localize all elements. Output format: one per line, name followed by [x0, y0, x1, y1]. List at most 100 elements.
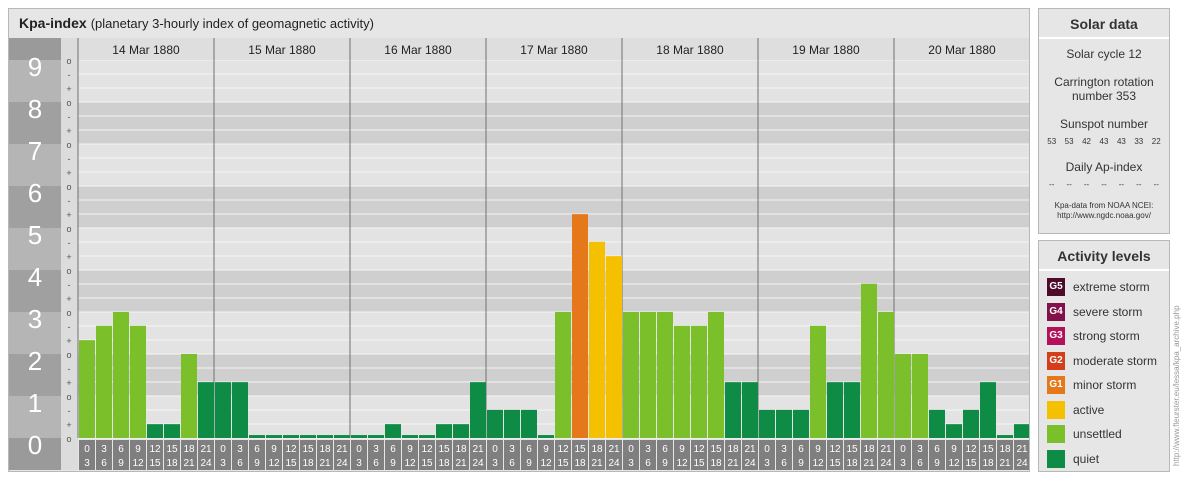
ap-value: -- [1101, 180, 1107, 189]
interval-start-label: 6 [390, 444, 396, 455]
interval-start-label: 3 [101, 444, 107, 455]
interval-end-label: 21 [319, 458, 331, 469]
activity-levels-panel: Activity levels G5 extreme storm G4 seve… [1038, 240, 1170, 472]
interval-end-label: 6 [917, 458, 923, 469]
kp-bar [453, 424, 469, 438]
minor-tick-mark: - [68, 70, 71, 80]
kp-bar [147, 424, 163, 438]
interval-start-label: 12 [421, 444, 433, 455]
interval-end-label: 6 [101, 458, 107, 469]
interval-end-label: 3 [764, 458, 770, 469]
interval-end-label: 9 [934, 458, 940, 469]
minor-tick-mark: - [68, 322, 71, 332]
solar-data-title: Solar data [1039, 9, 1169, 39]
interval-start-label: 3 [781, 444, 787, 455]
interval-end-label: 3 [84, 458, 90, 469]
day-label: 15 Mar 1880 [248, 43, 316, 57]
interval-start-label: 21 [1016, 444, 1028, 455]
minor-tick-mark: - [68, 196, 71, 206]
interval-end-label: 6 [645, 458, 651, 469]
legend-label: strong storm [1073, 329, 1140, 344]
minor-tick-mark: - [68, 154, 71, 164]
kp-bar [351, 435, 367, 438]
source-link[interactable]: http://www.ngdc.noaa.gov/ [1039, 211, 1169, 221]
y-tick-label: 9 [28, 52, 42, 82]
kp-bar [555, 312, 571, 438]
interval-end-label: 9 [662, 458, 668, 469]
sunspot-value: 53 [1047, 137, 1057, 146]
interval-end-label: 18 [302, 458, 314, 469]
y-tick-label: 8 [28, 94, 42, 124]
sunspot-value: 53 [1064, 137, 1074, 146]
day-label: 17 Mar 1880 [520, 43, 588, 57]
ap-value: -- [1066, 180, 1072, 189]
ap-title: Daily Ap-index [1065, 160, 1143, 174]
interval-end-label: 21 [183, 458, 195, 469]
interval-end-label: 21 [455, 458, 467, 469]
interval-start-label: 15 [302, 444, 314, 455]
kp-bar [79, 340, 95, 438]
interval-end-label: 18 [438, 458, 450, 469]
minor-tick-mark: + [66, 294, 71, 304]
y-tick-label: 3 [28, 304, 42, 334]
day-label: 14 Mar 1880 [112, 43, 180, 57]
interval-end-label: 15 [693, 458, 705, 469]
legend-swatch: G3 [1047, 327, 1065, 346]
kp-bar [759, 409, 775, 438]
legend-swatch: G4 [1047, 302, 1065, 321]
interval-start-label: 12 [693, 444, 705, 455]
kp-bar [895, 354, 911, 438]
y-tick-label: 4 [28, 262, 42, 292]
interval-start-label: 12 [965, 444, 977, 455]
minor-tick-mark: o [66, 350, 71, 360]
interval-end-label: 12 [948, 458, 960, 469]
minor-tick-mark: - [68, 406, 71, 416]
grid-band [78, 60, 1029, 102]
kp-bar [606, 256, 622, 438]
interval-start-label: 21 [744, 444, 756, 455]
interval-end-label: 3 [220, 458, 226, 469]
y-tick-label: 6 [28, 178, 42, 208]
interval-end-label: 12 [132, 458, 144, 469]
interval-start-label: 6 [118, 444, 124, 455]
kp-bar [521, 409, 537, 438]
kp-bar [368, 435, 384, 438]
interval-start-label: 3 [509, 444, 515, 455]
kp-bar [793, 409, 809, 438]
interval-start-label: 0 [220, 444, 226, 455]
day-label: 19 Mar 1880 [792, 43, 860, 57]
interval-start-label: 15 [982, 444, 994, 455]
minor-tick-mark: + [66, 84, 71, 94]
interval-start-label: 18 [183, 444, 195, 455]
legend-label: extreme storm [1073, 280, 1150, 295]
ap-value: -- [1153, 180, 1159, 189]
minor-tick-mark: o [66, 266, 71, 276]
interval-start-label: 15 [438, 444, 450, 455]
interval-end-label: 9 [118, 458, 124, 469]
interval-start-label: 9 [679, 444, 685, 455]
minor-tick-mark: - [68, 112, 71, 122]
interval-end-label: 12 [676, 458, 688, 469]
kp-bar [640, 312, 656, 438]
interval-end-label: 15 [557, 458, 569, 469]
interval-start-label: 6 [662, 444, 668, 455]
interval-end-label: 12 [540, 458, 552, 469]
interval-start-label: 15 [574, 444, 586, 455]
kp-bar [725, 382, 741, 438]
legend-item-quiet: quiet [1039, 447, 1169, 472]
ap-value: -- [1118, 180, 1125, 189]
interval-end-label: 18 [846, 458, 858, 469]
interval-start-label: 6 [798, 444, 804, 455]
kp-bar [776, 409, 792, 438]
interval-end-label: 21 [727, 458, 739, 469]
source-line-1: Kpa-data from NOAA NCEI: [1054, 201, 1154, 210]
legend-label: moderate storm [1073, 353, 1158, 368]
interval-start-label: 0 [900, 444, 906, 455]
legend-item-moderate-storm: G2 moderate storm [1039, 349, 1169, 374]
interval-end-label: 24 [1016, 458, 1028, 469]
interval-end-label: 3 [356, 458, 362, 469]
interval-end-label: 6 [509, 458, 515, 469]
day-label: 20 Mar 1880 [928, 43, 996, 57]
interval-start-label: 6 [254, 444, 260, 455]
minor-tick-mark: o [66, 392, 71, 402]
